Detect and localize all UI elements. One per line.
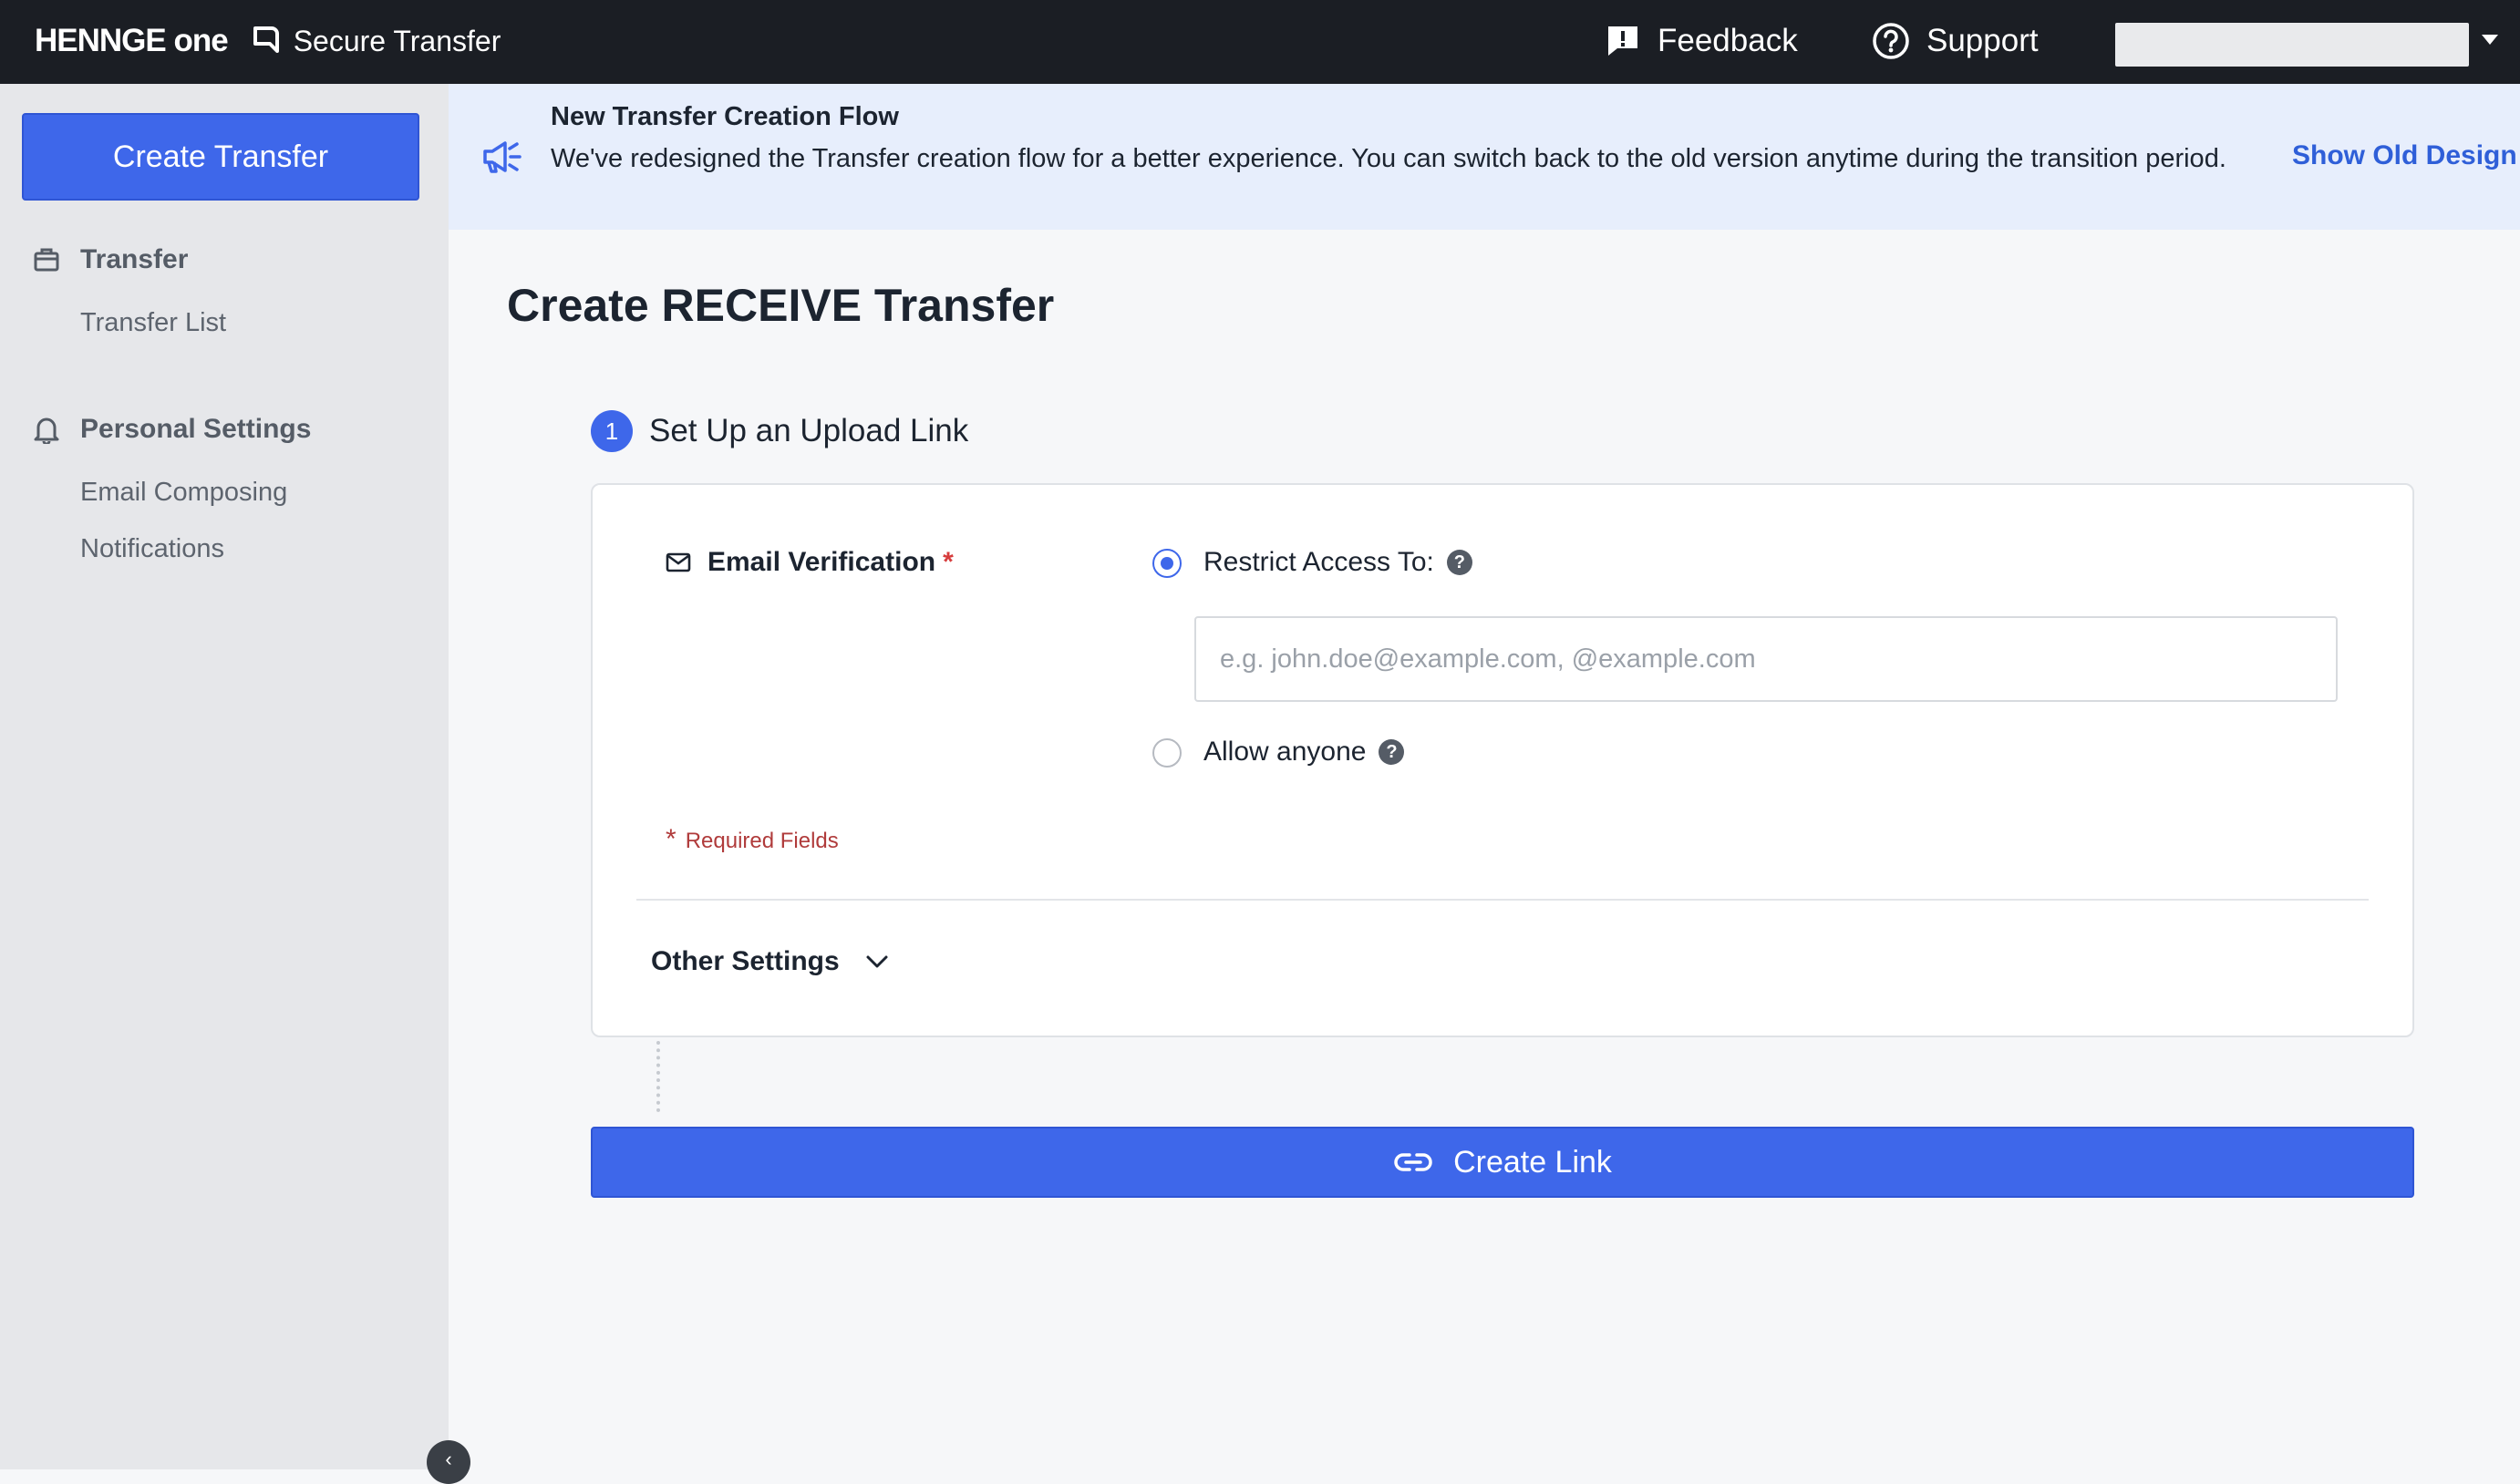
- caret-down-icon[interactable]: [2482, 35, 2498, 45]
- info-banner: New Transfer Creation Flow We've redesig…: [449, 84, 2520, 230]
- chevron-down-icon: [866, 955, 888, 968]
- required-star: *: [666, 824, 676, 854]
- feedback-link[interactable]: Feedback: [1605, 20, 1798, 62]
- megaphone-icon: [483, 141, 522, 173]
- account-dropdown[interactable]: [2115, 23, 2469, 67]
- allow-anyone-radio[interactable]: [1152, 738, 1182, 768]
- feedback-label: Feedback: [1658, 23, 1798, 58]
- required-fields-text: Required Fields: [685, 829, 839, 853]
- banner-title: New Transfer Creation Flow: [551, 102, 899, 131]
- divider: [636, 899, 2369, 901]
- sidebar-section-personal-settings: Personal Settings: [33, 414, 311, 445]
- restrict-access-radio[interactable]: [1152, 549, 1182, 578]
- sidebar-section-label: Personal Settings: [80, 414, 312, 444]
- secure-transfer-icon: [253, 26, 279, 53]
- support-label: Support: [1926, 23, 2039, 58]
- help-icon[interactable]: ?: [1446, 550, 1472, 575]
- show-old-design-link[interactable]: Show Old Design: [2292, 140, 2517, 171]
- product-name: Secure Transfer: [293, 24, 501, 57]
- sidebar-section-label: Transfer: [80, 244, 189, 274]
- required-star: *: [943, 547, 954, 577]
- restrict-access-option[interactable]: Restrict Access To: ?: [1203, 547, 1472, 578]
- feedback-icon: [1608, 26, 1637, 56]
- allow-anyone-option[interactable]: Allow anyone ?: [1203, 737, 1405, 768]
- step-connector: [656, 1041, 660, 1112]
- support-link[interactable]: Support: [1872, 20, 2039, 62]
- brand[interactable]: HENNGE one Secure Transfer: [35, 20, 501, 62]
- create-transfer-button[interactable]: Create Transfer: [22, 113, 419, 201]
- email-verification-label: Email Verification *: [666, 547, 954, 578]
- link-icon: [1394, 1153, 1432, 1171]
- restrict-access-label: Restrict Access To:: [1203, 547, 1434, 577]
- sidebar-item-transfer-list[interactable]: Transfer List: [80, 308, 226, 338]
- restrict-access-email-input[interactable]: [1194, 616, 2338, 702]
- sidebar-item-email-composing[interactable]: Email Composing: [80, 478, 287, 508]
- brand-logo: HENNGE one: [35, 23, 229, 58]
- allow-anyone-label: Allow anyone: [1203, 737, 1367, 767]
- help-icon[interactable]: ?: [1379, 739, 1405, 765]
- field-label-text: Email Verification: [707, 547, 936, 577]
- sidebar: Create Transfer Transfer Transfer List P…: [0, 84, 449, 1469]
- banner-text: We've redesigned the Transfer creation f…: [551, 144, 2226, 173]
- create-link-button[interactable]: Create Link: [591, 1127, 2414, 1198]
- other-settings-label: Other Settings: [651, 946, 840, 976]
- envelope-icon: [666, 552, 691, 572]
- sidebar-section-transfer: Transfer: [33, 244, 188, 275]
- top-bar: HENNGE one Secure Transfer Feedback Supp…: [0, 0, 2520, 84]
- briefcase-icon: [34, 248, 59, 272]
- step-title: Set Up an Upload Link: [649, 413, 969, 448]
- create-link-label: Create Link: [1453, 1144, 1612, 1180]
- question-circle-icon: [1873, 23, 1909, 59]
- other-settings-toggle[interactable]: Other Settings: [651, 946, 889, 977]
- step-number-badge: 1: [591, 410, 633, 452]
- bell-icon: [34, 417, 59, 444]
- page-title: Create RECEIVE Transfer: [507, 280, 1055, 331]
- sidebar-item-notifications[interactable]: Notifications: [80, 534, 224, 564]
- required-fields-note: * Required Fields: [666, 824, 839, 855]
- collapse-sidebar-button[interactable]: ‹: [427, 1440, 470, 1484]
